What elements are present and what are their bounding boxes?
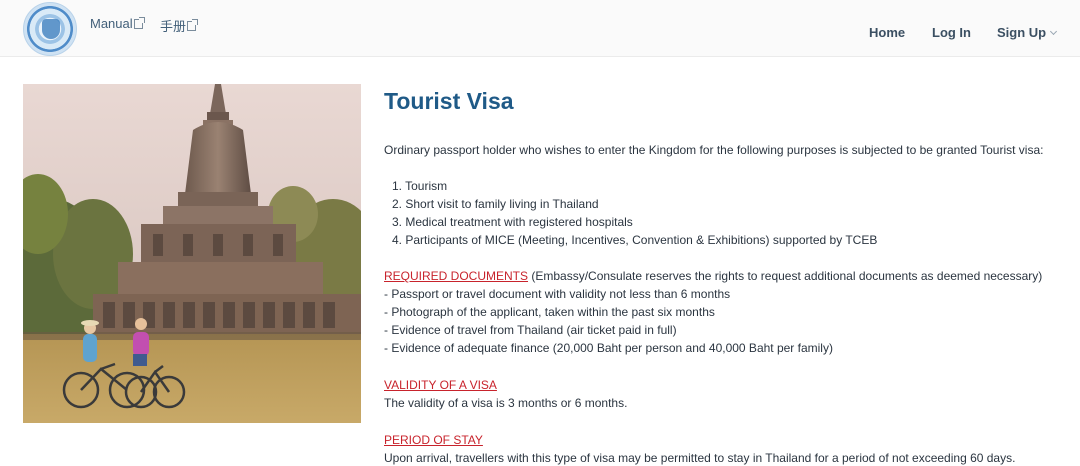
list-item: 4. Participants of MICE (Meeting, Incent…: [392, 233, 878, 247]
validity-text: The validity of a visa is 3 months or 6 …: [384, 396, 628, 410]
list-item: 2. Short visit to family living in Thail…: [392, 197, 599, 211]
period-of-stay-heading[interactable]: PERIOD OF STAY: [384, 431, 1074, 449]
nav-signup[interactable]: Sign Up: [997, 25, 1058, 40]
intro-text: Ordinary passport holder who wishes to e…: [384, 143, 1044, 157]
chevron-down-icon: [1050, 27, 1058, 36]
period-of-stay-section: PERIOD OF STAY Upon arrival, travellers …: [384, 431, 1074, 466]
nav-login[interactable]: Log In: [932, 25, 971, 40]
list-item: 3. Medical treatment with registered hos…: [392, 215, 633, 229]
list-item: 1. Tourism: [392, 179, 448, 193]
top-header: Manual 手册 Home Log In Sign Up: [0, 0, 1080, 57]
nav-home[interactable]: Home: [869, 25, 905, 40]
list-item: - Photograph of the applicant, taken wit…: [384, 305, 715, 319]
period-of-stay-text: Upon arrival, travellers with this type …: [384, 451, 1016, 465]
tourist-visa-hero-image: [23, 84, 361, 423]
page-title: Tourist Visa: [384, 88, 514, 114]
list-item: - Passport or travel document with valid…: [384, 287, 731, 301]
manual-link-en[interactable]: Manual: [90, 16, 145, 31]
required-documents-section: REQUIRED DOCUMENTS (Embassy/Consulate re…: [384, 267, 1074, 357]
required-documents-heading-line: REQUIRED DOCUMENTS (Embassy/Consulate re…: [384, 267, 1074, 285]
manual-link-th[interactable]: 手册: [160, 16, 199, 35]
site-logo[interactable]: [23, 2, 77, 56]
validity-heading[interactable]: VALIDITY OF A VISA: [384, 376, 627, 394]
purposes-list: 1. Tourism 2. Short visit to family livi…: [392, 177, 877, 249]
validity-section: VALIDITY OF A VISA The validity of a vis…: [384, 376, 627, 412]
external-link-icon: [187, 18, 199, 31]
manual-en-label: Manual: [90, 16, 133, 31]
list-item: - Evidence of travel from Thailand (air …: [384, 323, 677, 337]
required-documents-heading[interactable]: REQUIRED DOCUMENTS: [384, 269, 528, 283]
list-item: - Evidence of adequate finance (20,000 B…: [384, 341, 833, 355]
external-link-icon: [133, 16, 145, 29]
signup-label: Sign Up: [997, 25, 1047, 40]
required-documents-note: (Embassy/Consulate reserves the rights t…: [528, 269, 1043, 283]
manual-th-label: 手册: [160, 19, 187, 34]
